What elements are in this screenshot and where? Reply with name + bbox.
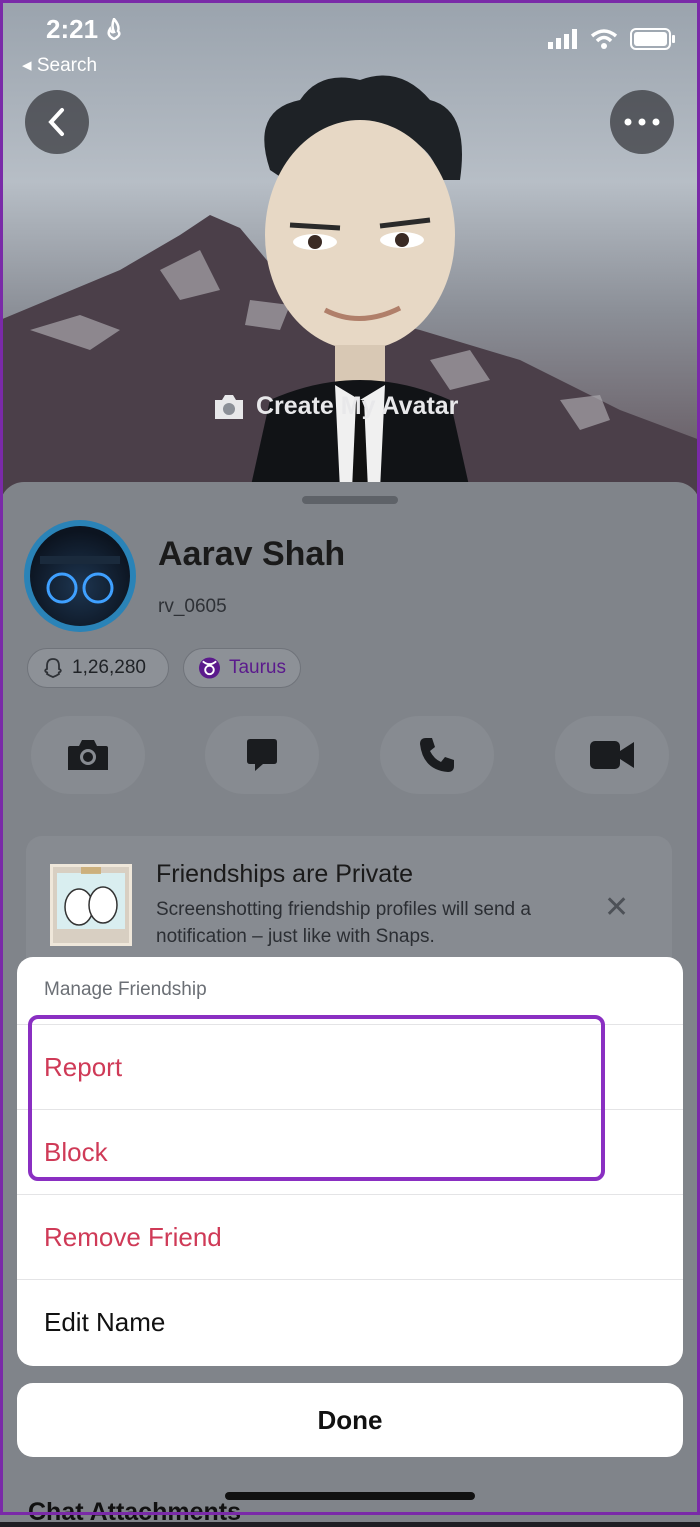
taurus-icon bbox=[198, 657, 221, 679]
friendship-illustration bbox=[50, 864, 132, 946]
phone-icon bbox=[420, 738, 454, 772]
wifi-icon bbox=[590, 29, 618, 49]
battery-icon bbox=[630, 28, 675, 50]
report-button[interactable]: Report bbox=[17, 1025, 683, 1110]
chat-icon bbox=[247, 739, 277, 771]
create-avatar-label: Create My Avatar bbox=[256, 392, 459, 420]
bitmoji-avatar bbox=[250, 75, 470, 490]
zodiac-badge[interactable]: Taurus bbox=[183, 648, 301, 688]
more-options-button[interactable] bbox=[610, 90, 674, 154]
chat-button[interactable] bbox=[205, 716, 319, 794]
zodiac-label: Taurus bbox=[228, 657, 286, 678]
profile-picture[interactable] bbox=[24, 520, 136, 632]
block-button[interactable]: Block bbox=[17, 1110, 683, 1195]
profile-photo-dashboard bbox=[40, 556, 120, 604]
close-icon[interactable]: ✕ bbox=[604, 890, 629, 925]
home-indicator[interactable] bbox=[225, 1492, 475, 1500]
profile-username: rv_0605 bbox=[158, 596, 227, 617]
notice-body: Screenshotting friendship profiles will … bbox=[156, 899, 531, 947]
manage-friendship-sheet: Manage Friendship Report Block Remove Fr… bbox=[17, 957, 683, 1366]
back-button[interactable] bbox=[25, 90, 89, 154]
drag-handle[interactable] bbox=[302, 496, 398, 504]
camera-icon bbox=[215, 394, 243, 419]
status-time: 2:21 bbox=[46, 14, 123, 45]
back-triangle-icon: ◂ bbox=[22, 55, 32, 76]
more-icon bbox=[624, 118, 660, 126]
status-icons bbox=[548, 28, 676, 50]
sheet-title: Manage Friendship bbox=[17, 957, 683, 1025]
snap-score-badge[interactable]: 1,26,280 bbox=[27, 648, 169, 688]
chat-attachments-heading: Chat Attachments bbox=[28, 1498, 241, 1526]
video-icon bbox=[590, 741, 634, 769]
video-call-button[interactable] bbox=[555, 716, 669, 794]
remove-friend-button[interactable]: Remove Friend bbox=[17, 1195, 683, 1280]
snap-score-icon bbox=[44, 658, 62, 678]
notice-title: Friendships are Private bbox=[156, 860, 414, 888]
create-avatar-button[interactable]: Create My Avatar bbox=[212, 392, 458, 421]
call-button[interactable] bbox=[380, 716, 494, 794]
done-button[interactable]: Done bbox=[17, 1383, 683, 1457]
snap-score-value: 1,26,280 bbox=[72, 657, 146, 678]
edit-name-button[interactable]: Edit Name bbox=[17, 1280, 683, 1365]
signal-icon bbox=[548, 29, 577, 49]
camera-button[interactable] bbox=[31, 716, 145, 794]
profile-name: Aarav Shah bbox=[158, 535, 346, 573]
fire-icon bbox=[107, 16, 121, 41]
camera-icon bbox=[68, 740, 108, 770]
back-to-search-link[interactable]: ◂ Search bbox=[22, 54, 97, 77]
back-to-search-label: Search bbox=[36, 55, 98, 76]
back-chevron-icon bbox=[48, 108, 64, 136]
